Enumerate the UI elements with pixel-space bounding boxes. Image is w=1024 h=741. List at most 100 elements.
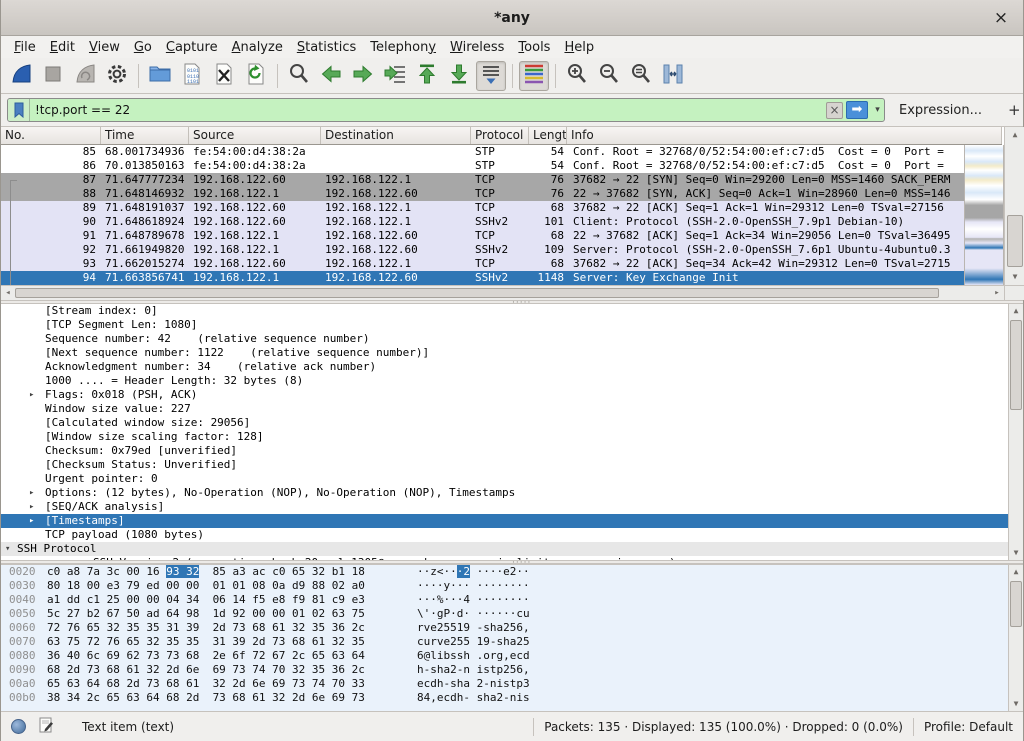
expander-closed-icon[interactable]: ▸ <box>29 514 45 528</box>
detail-scroll-down-icon[interactable]: ▼ <box>1009 546 1023 560</box>
filter-clear-button[interactable]: × <box>826 102 843 119</box>
bytes-scroll-thumb[interactable] <box>1010 581 1022 627</box>
menu-telephony[interactable]: Telephony <box>363 38 443 57</box>
hex-row-0020[interactable]: 0020c0 a8 7a 3c 00 16 93 32 85 a3 ac c0 … <box>1 565 1023 579</box>
scroll-left-icon[interactable]: ◂ <box>1 286 15 301</box>
restart-capture-button[interactable] <box>70 61 100 91</box>
scroll-down-icon[interactable]: ▼ <box>1005 270 1024 284</box>
add-filter-button[interactable]: + <box>996 101 1024 119</box>
menu-view[interactable]: View <box>82 38 127 57</box>
bytes-scroll-down-icon[interactable]: ▼ <box>1009 697 1023 711</box>
detail-line[interactable]: [Stream index: 0] <box>1 304 1023 318</box>
menu-edit[interactable]: Edit <box>43 38 82 57</box>
close-file-button[interactable] <box>209 61 239 91</box>
column-header-length[interactable]: Length <box>529 127 567 144</box>
detail-vertical-scrollbar[interactable]: ▲ ▼ <box>1008 304 1023 560</box>
expander-closed-icon[interactable]: ▸ <box>29 500 45 514</box>
packet-row-87[interactable]: 8771.647777234192.168.122.60192.168.122.… <box>1 173 964 187</box>
filter-history-dropdown[interactable]: ▾ <box>871 105 884 115</box>
close-window-button[interactable]: × <box>991 8 1011 28</box>
hex-row-00a0[interactable]: 00a065 63 64 68 2d 73 68 61 32 2d 6e 69 … <box>1 677 1023 691</box>
detail-line[interactable]: [Next sequence number: 1122 (relative se… <box>1 346 1023 360</box>
detail-line[interactable]: [Window size scaling factor: 128] <box>1 430 1023 444</box>
capture-comment-icon[interactable] <box>38 717 54 736</box>
column-header-source[interactable]: Source <box>189 127 321 144</box>
expander-closed-icon[interactable]: ▸ <box>29 388 45 402</box>
resize-columns-button[interactable] <box>658 61 688 91</box>
intelligent-scrollbar-minimap[interactable] <box>964 145 1004 285</box>
hex-row-0090[interactable]: 009068 2d 73 68 61 32 2d 6e 69 73 74 70 … <box>1 663 1023 677</box>
packet-row-92[interactable]: 9271.661949820192.168.122.1192.168.122.6… <box>1 243 964 257</box>
detail-line[interactable]: ▸Options: (12 bytes), No-Operation (NOP)… <box>1 486 1023 500</box>
menu-help[interactable]: Help <box>557 38 601 57</box>
bytes-scroll-up-icon[interactable]: ▲ <box>1009 565 1023 579</box>
detail-line[interactable]: Urgent pointer: 0 <box>1 472 1023 486</box>
column-header-destination[interactable]: Destination <box>321 127 471 144</box>
menu-tools[interactable]: Tools <box>511 38 557 57</box>
display-filter-input[interactable] <box>30 103 826 117</box>
zoom-out-button[interactable] <box>594 61 624 91</box>
column-header-no[interactable]: No. <box>1 127 101 144</box>
menu-statistics[interactable]: Statistics <box>290 38 363 57</box>
detail-line[interactable]: Window size value: 227 <box>1 402 1023 416</box>
packet-row-91[interactable]: 9171.648789678192.168.122.1192.168.122.6… <box>1 229 964 243</box>
hex-row-0060[interactable]: 006072 76 65 32 35 35 31 39 2d 73 68 61 … <box>1 621 1023 635</box>
hex-row-0050[interactable]: 00505c 27 b2 67 50 ad 64 98 1d 92 00 00 … <box>1 607 1023 621</box>
menu-wireless[interactable]: Wireless <box>443 38 511 57</box>
expander-open-icon[interactable]: ▾ <box>5 542 17 556</box>
packet-row-88[interactable]: 8871.648146932192.168.122.1192.168.122.6… <box>1 187 964 201</box>
detail-line[interactable]: Acknowledgment number: 34 (relative ack … <box>1 360 1023 374</box>
go-to-packet-button[interactable] <box>380 61 410 91</box>
column-header-info[interactable]: Info <box>567 127 1002 144</box>
go-back-button[interactable] <box>316 61 346 91</box>
packet-list-vertical-scrollbar[interactable]: ▲ ▼ <box>1004 127 1024 285</box>
detail-line[interactable]: ▾SSH Protocol <box>1 542 1023 556</box>
profile-text[interactable]: Profile: Default <box>924 720 1013 734</box>
menu-file[interactable]: File <box>7 38 43 57</box>
detail-line[interactable]: [Checksum Status: Unverified] <box>1 458 1023 472</box>
save-file-button[interactable]: 010101101101 <box>177 61 207 91</box>
expander-closed-icon[interactable]: ▸ <box>29 486 45 500</box>
detail-line[interactable]: ▸[Timestamps] <box>1 514 1023 528</box>
packet-row-93[interactable]: 9371.662015274192.168.122.60192.168.122.… <box>1 257 964 271</box>
open-file-button[interactable] <box>145 61 175 91</box>
go-first-button[interactable] <box>412 61 442 91</box>
detail-line[interactable]: 1000 .... = Header Length: 32 bytes (8) <box>1 374 1023 388</box>
stop-capture-button[interactable] <box>38 61 68 91</box>
packet-row-89[interactable]: 8971.648191037192.168.122.60192.168.122.… <box>1 201 964 215</box>
capture-options-button[interactable] <box>102 61 132 91</box>
detail-line[interactable]: ▸[SEQ/ACK analysis] <box>1 500 1023 514</box>
start-capture-button[interactable] <box>6 61 36 91</box>
hex-row-0080[interactable]: 008036 40 6c 69 62 73 73 68 2e 6f 72 67 … <box>1 649 1023 663</box>
menu-capture[interactable]: Capture <box>159 38 225 57</box>
detail-scroll-thumb[interactable] <box>1010 320 1022 410</box>
scroll-right-icon[interactable]: ▸ <box>990 286 1004 301</box>
column-header-protocol[interactable]: Protocol <box>471 127 529 144</box>
go-last-button[interactable] <box>444 61 474 91</box>
find-packet-button[interactable] <box>284 61 314 91</box>
packet-list-scroll-thumb[interactable] <box>1007 215 1023 267</box>
column-header-time[interactable]: Time <box>101 127 189 144</box>
scroll-up-icon[interactable]: ▲ <box>1005 128 1024 142</box>
packet-list-horizontal-scrollbar[interactable]: ◂ ▸ <box>1 285 1004 300</box>
reload-file-button[interactable] <box>241 61 271 91</box>
packet-row-94[interactable]: 9471.663856741192.168.122.1192.168.122.6… <box>1 271 964 285</box>
packet-list-hscroll-thumb[interactable] <box>15 288 939 298</box>
zoom-in-button[interactable] <box>562 61 592 91</box>
hex-row-00b0[interactable]: 00b038 34 2c 65 63 64 68 2d 73 68 61 32 … <box>1 691 1023 705</box>
detail-line[interactable]: Checksum: 0x79ed [unverified] <box>1 444 1023 458</box>
colorize-button[interactable] <box>519 61 549 91</box>
expression-button[interactable]: Expression... <box>885 103 996 118</box>
detail-line[interactable]: [TCP Segment Len: 1080] <box>1 318 1023 332</box>
packet-row-90[interactable]: 9071.648618924192.168.122.60192.168.122.… <box>1 215 964 229</box>
menu-go[interactable]: Go <box>127 38 159 57</box>
packet-row-86[interactable]: 8670.013850163fe:54:00:d4:38:2aSTP54Conf… <box>1 159 964 173</box>
detail-line[interactable]: TCP payload (1080 bytes) <box>1 528 1023 542</box>
detail-line[interactable]: [Calculated window size: 29056] <box>1 416 1023 430</box>
bytes-vertical-scrollbar[interactable]: ▲ ▼ <box>1008 565 1023 711</box>
auto-scroll-button[interactable] <box>476 61 506 91</box>
filter-apply-button[interactable]: ➡ <box>846 101 868 119</box>
hex-row-0070[interactable]: 007063 75 72 76 65 32 35 35 31 39 2d 73 … <box>1 635 1023 649</box>
detail-scroll-up-icon[interactable]: ▲ <box>1009 304 1023 318</box>
hex-row-0040[interactable]: 0040a1 dd c1 25 00 00 04 34 06 14 f5 e8 … <box>1 593 1023 607</box>
